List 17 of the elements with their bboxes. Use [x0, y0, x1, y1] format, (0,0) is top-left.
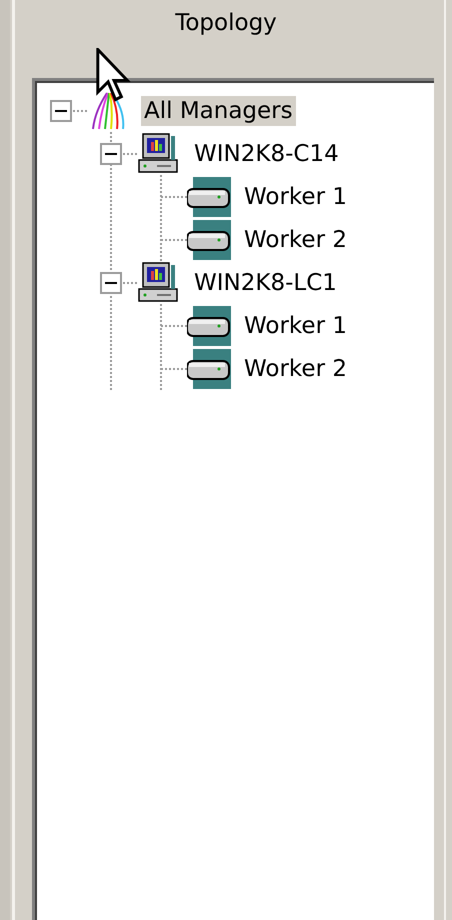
- tree-item[interactable]: Worker 2: [241, 354, 350, 384]
- drive-icon: [187, 306, 231, 346]
- collapse-toggle[interactable]: [100, 272, 122, 294]
- computer-icon: [137, 132, 181, 176]
- panel-title: Topology: [174, 9, 278, 38]
- tree-item[interactable]: Worker 2: [241, 224, 350, 254]
- tree-item[interactable]: Worker 1: [241, 310, 350, 340]
- drive-icon: [187, 220, 231, 260]
- tree-item[interactable]: All Managers: [141, 96, 296, 126]
- computer-icon: [137, 260, 181, 304]
- drive-icon: [187, 176, 231, 216]
- drive-icon: [187, 348, 231, 388]
- tree-item[interactable]: WIN2K8-C14: [191, 138, 342, 168]
- tree-item[interactable]: Worker 1: [241, 182, 350, 212]
- tree-item[interactable]: WIN2K8-LC1: [191, 268, 340, 298]
- collapse-toggle[interactable]: [100, 142, 122, 164]
- collapse-toggle[interactable]: [50, 100, 72, 122]
